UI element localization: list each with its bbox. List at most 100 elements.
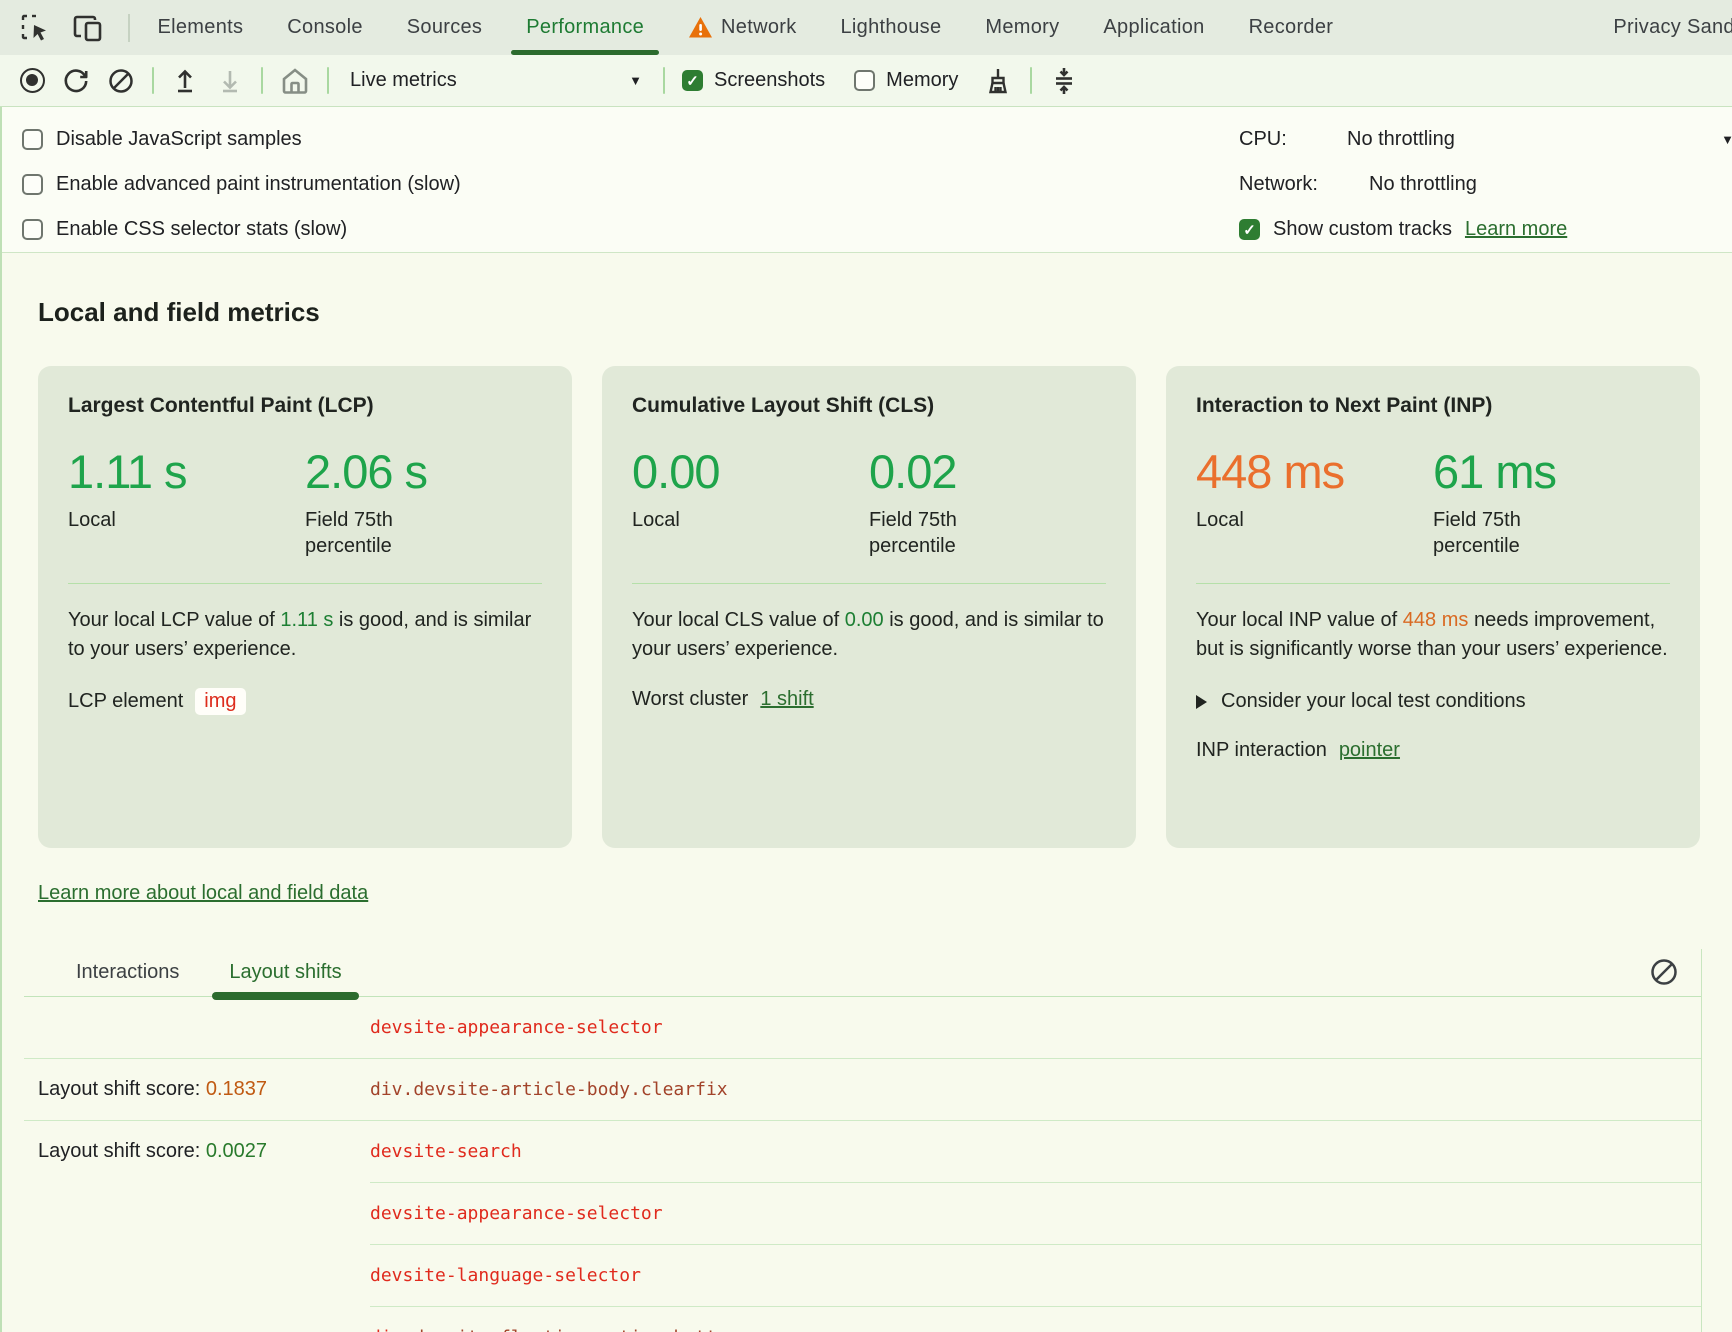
tab-memory[interactable]: Memory — [963, 0, 1081, 55]
layout-shift-row: Layout shift score: 0.0027devsite-search — [24, 1121, 1701, 1182]
garbage-collect-brush-icon[interactable] — [983, 66, 1013, 96]
cls-field-value: 0.02 — [869, 444, 1106, 499]
cls-card: Cumulative Layout Shift (CLS) 0.00 Local… — [602, 366, 1136, 848]
node-link[interactable]: devsite-search — [370, 1141, 522, 1162]
upload-profile-icon[interactable] — [171, 67, 199, 95]
inspect-element-icon[interactable] — [20, 13, 50, 43]
memory-checkbox-group[interactable]: Memory — [854, 69, 958, 92]
learn-more-local-field-link[interactable]: Learn more about local and field data — [38, 882, 368, 905]
tab-console[interactable]: Console — [265, 0, 384, 55]
log-tabs: InteractionsLayout shifts — [24, 949, 1701, 997]
node-link[interactable]: devsite-language-selector — [370, 1265, 641, 1286]
tab-label: Memory — [985, 16, 1059, 39]
warning-icon — [688, 16, 713, 39]
lcp-field-label: Field 75th percentile — [305, 507, 435, 559]
tab-elements[interactable]: Elements — [136, 0, 266, 55]
local-test-conditions-disclosure[interactable]: Consider your local test conditions — [1196, 690, 1670, 713]
lcp-element-node-link[interactable]: img — [195, 688, 245, 715]
cls-local-value: 0.00 — [632, 444, 869, 499]
cpu-throttling-select[interactable]: CPU: No throttling ▼ — [1239, 117, 1732, 162]
tab-label: Elements — [158, 16, 244, 39]
node-link[interactable]: div.devsite-article-body.clearfix — [370, 1079, 728, 1100]
card-divider — [632, 583, 1106, 584]
live-metrics-view: Local and field metrics Largest Contentf… — [2, 253, 1732, 1332]
css-selector-stats-checkbox[interactable] — [22, 219, 43, 240]
learn-more-link[interactable]: Learn more — [1465, 218, 1567, 241]
disable-js-samples-label: Disable JavaScript samples — [56, 128, 302, 151]
tabbar-divider — [128, 14, 130, 42]
cls-field-label: Field 75th percentile — [869, 507, 999, 559]
layout-shift-row: devsite-appearance-selector — [24, 997, 1701, 1058]
inp-card-title: Interaction to Next Paint (INP) — [1196, 394, 1670, 418]
tab-label: Network — [721, 16, 796, 39]
tab-network[interactable]: Network — [666, 0, 818, 55]
record-icon[interactable] — [20, 68, 45, 93]
disclosure-triangle-icon — [1196, 695, 1207, 709]
screenshots-label: Screenshots — [714, 69, 825, 92]
show-custom-tracks-row[interactable]: ✓ Show custom tracks Learn more — [1239, 207, 1732, 252]
download-profile-icon[interactable] — [216, 67, 244, 95]
css-selector-stats-label: Enable CSS selector stats (slow) — [56, 218, 347, 241]
clear-log-icon[interactable] — [1649, 957, 1679, 987]
log-tab-layout-shifts[interactable]: Layout shifts — [209, 949, 361, 996]
cls-local-label: Local — [632, 507, 762, 533]
tab-label: Console — [287, 16, 362, 39]
log-tab-interactions[interactable]: Interactions — [56, 949, 199, 996]
tab-recorder[interactable]: Recorder — [1227, 0, 1356, 55]
view-mode-dropdown[interactable]: Live metrics ▼ — [346, 69, 646, 92]
layout-shift-row: devsite-language-selector — [24, 1245, 1701, 1306]
cpu-value: No throttling — [1347, 128, 1455, 151]
inp-interaction-link[interactable]: pointer — [1339, 739, 1400, 762]
inp-card: Interaction to Next Paint (INP) 448 ms L… — [1166, 366, 1700, 848]
tab-privacy-sandbox[interactable]: Privacy Sandbox — [1591, 0, 1732, 55]
inp-interaction-label: INP interaction — [1196, 739, 1327, 762]
home-icon[interactable] — [280, 66, 310, 96]
reload-record-icon[interactable] — [62, 67, 90, 95]
tab-label: Application — [1103, 16, 1204, 39]
worst-cluster-link[interactable]: 1 shift — [760, 688, 813, 711]
tab-performance[interactable]: Performance — [504, 0, 666, 55]
toolbar-divider — [152, 67, 154, 94]
memory-checkbox[interactable] — [854, 70, 875, 91]
tab-label: Performance — [526, 16, 644, 39]
lcp-description: Your local LCP value of 1.11 s is good, … — [68, 606, 542, 664]
inp-description: Your local INP value of 448 ms needs imp… — [1196, 606, 1670, 664]
collapse-icon[interactable] — [1049, 66, 1079, 96]
lcp-card: Largest Contentful Paint (LCP) 1.11 s Lo… — [38, 366, 572, 848]
advanced-paint-label: Enable advanced paint instrumentation (s… — [56, 173, 461, 196]
devtools-window: Elements Console Sources Performance Network… — [0, 0, 1732, 1332]
tab-sources[interactable]: Sources — [385, 0, 504, 55]
clear-icon[interactable] — [107, 67, 135, 95]
advanced-paint-checkbox[interactable] — [22, 174, 43, 195]
performance-toolbar: Live metrics ▼ ✓ Screenshots Memory — [0, 55, 1732, 107]
inp-local-label: Local — [1196, 507, 1326, 533]
show-custom-tracks-checkbox[interactable]: ✓ — [1239, 219, 1260, 240]
screenshots-checkbox[interactable]: ✓ — [682, 70, 703, 91]
screenshots-checkbox-group[interactable]: ✓ Screenshots — [682, 69, 825, 92]
memory-label: Memory — [886, 69, 958, 92]
node-link[interactable]: devsite-appearance-selector — [370, 1203, 663, 1224]
network-label: Network: — [1239, 173, 1369, 196]
layout-shift-row: Layout shift score: 0.1837div.devsite-ar… — [24, 1059, 1701, 1120]
cpu-label: CPU: — [1239, 128, 1347, 151]
layout-shift-row: devsite-appearance-selector — [24, 1183, 1701, 1244]
live-metrics-log: InteractionsLayout shifts devsite-appear… — [24, 949, 1702, 1332]
device-toolbar-icon[interactable] — [72, 13, 104, 43]
panel-tabs: Elements Console Sources Performance Network… — [136, 0, 1732, 55]
tab-application[interactable]: Application — [1081, 0, 1226, 55]
layout-shift-rows: devsite-appearance-selector Layout shift … — [24, 997, 1701, 1332]
node-link[interactable]: div.devsite-floating-action-buttons — [370, 1327, 749, 1332]
inp-field-label: Field 75th percentile — [1433, 507, 1563, 559]
inp-local-value: 448 ms — [1196, 444, 1433, 499]
disable-js-samples-checkbox[interactable] — [22, 129, 43, 150]
card-divider — [68, 583, 542, 584]
network-value: No throttling — [1369, 173, 1477, 196]
worst-cluster-label: Worst cluster — [632, 688, 748, 711]
lcp-local-label: Local — [68, 507, 198, 533]
dropdown-caret-icon: ▼ — [1721, 132, 1732, 147]
tab-lighthouse[interactable]: Lighthouse — [819, 0, 964, 55]
node-link[interactable]: devsite-appearance-selector — [370, 1017, 663, 1038]
cls-card-title: Cumulative Layout Shift (CLS) — [632, 394, 1106, 418]
tab-label: Recorder — [1249, 16, 1334, 39]
network-throttling-select[interactable]: Network: No throttling ▼ — [1239, 162, 1732, 207]
